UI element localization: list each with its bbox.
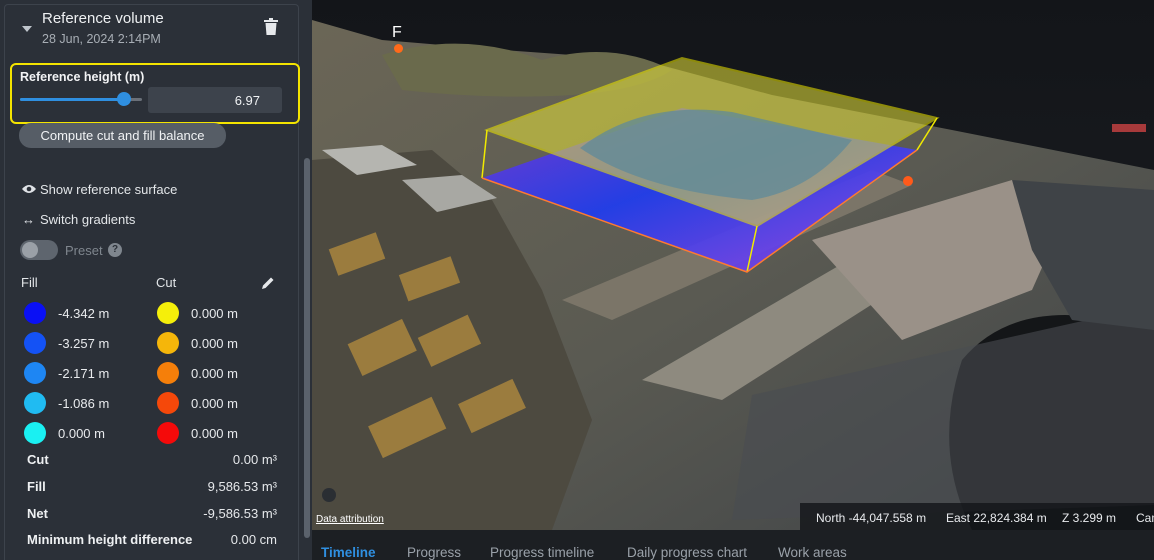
tab-progress[interactable]: Progress	[407, 545, 461, 560]
show-reference-surface-option[interactable]: Show reference surface	[22, 180, 177, 198]
north-coordinate: North -44,047.558 m	[816, 511, 927, 525]
east-coordinate: East 22,824.384 m	[946, 511, 1047, 525]
delete-trash-icon[interactable]	[264, 18, 278, 36]
compute-cut-fill-button[interactable]: Compute cut and fill balance	[19, 123, 226, 148]
tab-work-areas[interactable]: Work areas	[778, 545, 847, 560]
fill-color-swatch[interactable]	[24, 422, 46, 444]
cut-legend-item[interactable]: 0.000 m	[157, 362, 238, 384]
tab-timeline[interactable]: Timeline	[321, 545, 376, 560]
fill-legend-value: 0.000 m	[58, 425, 105, 441]
cut-legend-value: 0.000 m	[191, 335, 238, 351]
fill-legend-value: -1.086 m	[58, 395, 110, 411]
cut-legend-value: 0.000 m	[191, 365, 238, 381]
fill-legend-item[interactable]: -3.257 m	[24, 332, 109, 354]
fill-header: Fill	[21, 275, 38, 290]
stat-label: Fill	[27, 479, 46, 494]
fill-color-swatch[interactable]	[24, 332, 46, 354]
cut-legend-item[interactable]: 0.000 m	[157, 302, 238, 324]
edit-pencil-icon[interactable]	[261, 276, 275, 290]
reference-height-label: Reference height (m)	[20, 70, 145, 84]
switch-gradients-option[interactable]: ↔ Switch gradients	[22, 210, 135, 228]
stat-row: Fill 9,586.53 m³	[27, 479, 277, 497]
stat-label: Cut	[27, 452, 49, 467]
fill-legend-item[interactable]: -2.171 m	[24, 362, 109, 384]
swap-arrows-icon: ↔	[22, 211, 35, 227]
fill-legend-value: -3.257 m	[58, 335, 110, 351]
help-icon[interactable]: ?	[108, 243, 122, 257]
measurement-marker-dot[interactable]	[394, 44, 403, 53]
reference-height-input[interactable]	[148, 87, 282, 113]
show-reference-surface-label: Show reference surface	[40, 181, 178, 197]
stat-value: 0.00 m³	[232, 452, 277, 467]
cut-color-swatch[interactable]	[157, 422, 179, 444]
tab-daily-progress-chart[interactable]: Daily progress chart	[627, 545, 747, 560]
fill-color-swatch[interactable]	[24, 302, 46, 324]
fill-legend-item[interactable]: -1.086 m	[24, 392, 109, 414]
coordinate-readout: North -44,047.558 m East 22,824.384 m Z …	[800, 503, 1154, 531]
fill-legend-value: -4.342 m	[58, 305, 110, 321]
stat-value: 0.00 cm	[230, 532, 277, 547]
data-attribution-link[interactable]: Data attribution	[316, 514, 384, 525]
fill-legend-value: -2.171 m	[58, 365, 110, 381]
z-coordinate: Z 3.299 m	[1062, 511, 1117, 525]
stat-label: Minimum height difference	[27, 532, 193, 547]
cut-legend-item[interactable]: 0.000 m	[157, 392, 238, 414]
preset-label: Preset	[65, 243, 103, 258]
stat-label: Net	[27, 506, 48, 521]
cut-color-swatch[interactable]	[157, 302, 179, 324]
cut-color-swatch[interactable]	[157, 332, 179, 354]
eye-icon	[22, 182, 40, 197]
reference-height-slider-fill	[20, 98, 124, 101]
fill-legend-item[interactable]: -4.342 m	[24, 302, 109, 324]
point-cloud-scene	[312, 0, 1154, 530]
tab-progress-timeline[interactable]: Progress timeline	[490, 545, 594, 560]
cut-legend-value: 0.000 m	[191, 395, 238, 411]
panel-timestamp: 28 Jun, 2024 2:14PM	[42, 32, 161, 46]
camera-readout: Cam	[1136, 511, 1154, 525]
cut-legend-item[interactable]: 0.000 m	[157, 422, 238, 444]
cut-legend-value: 0.000 m	[191, 425, 238, 441]
fill-color-swatch[interactable]	[24, 362, 46, 384]
panel-title: Reference volume	[42, 10, 164, 27]
stat-row: Cut 0.00 m³	[27, 452, 277, 470]
preset-toggle-knob	[22, 242, 38, 258]
cut-color-swatch[interactable]	[157, 392, 179, 414]
reference-height-slider-thumb[interactable]	[116, 92, 131, 106]
cut-color-swatch[interactable]	[157, 362, 179, 384]
switch-gradients-label: Switch gradients	[40, 211, 136, 227]
stat-row: Net -9,586.53 m³	[27, 506, 277, 524]
measurement-marker-label: F	[392, 24, 402, 41]
stat-row: Minimum height difference 0.00 cm	[27, 532, 277, 550]
cut-header: Cut	[156, 275, 177, 290]
panel-scrollbar-thumb[interactable]	[304, 158, 310, 538]
cut-legend-value: 0.000 m	[191, 305, 238, 321]
fill-color-swatch[interactable]	[24, 392, 46, 414]
stat-value: -9,586.53 m³	[203, 506, 277, 521]
stat-value: 9,586.53 m³	[207, 479, 277, 494]
collapse-chevron-icon[interactable]	[22, 26, 32, 32]
viewport-control-button[interactable]	[322, 488, 336, 502]
fill-legend-item[interactable]: 0.000 m	[24, 422, 105, 444]
3d-viewport[interactable]	[312, 0, 1154, 530]
cut-legend-item[interactable]: 0.000 m	[157, 332, 238, 354]
